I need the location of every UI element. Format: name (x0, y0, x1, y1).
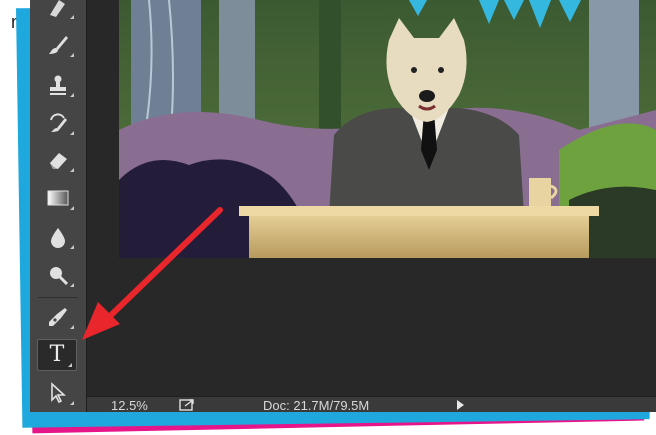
eraser-icon (50, 153, 67, 169)
zoom-level[interactable]: 12.5% (111, 398, 148, 412)
tool-separator (38, 297, 78, 298)
stamp-icon (50, 75, 66, 95)
blur-tool[interactable] (38, 222, 78, 252)
gradient-tool[interactable] (38, 183, 78, 213)
type-icon: T (49, 342, 65, 367)
history-brush-icon (50, 113, 67, 132)
droplet-icon (51, 228, 65, 248)
status-bar: 12.5% Doc: 21.7M/79.5M (87, 396, 656, 412)
canvas-area[interactable] (87, 0, 656, 396)
photoshop-window: T 12.5% Doc: 21.7M/79.5M (30, 0, 656, 412)
history-brush-tool-2[interactable] (38, 108, 78, 138)
paintbrush-icon (49, 36, 68, 54)
path-selection-tool[interactable] (38, 378, 78, 408)
document-artwork (119, 0, 656, 258)
document-size: Doc: 21.7M/79.5M (263, 398, 370, 412)
tools-panel: T (30, 0, 87, 412)
brush-icon (50, 0, 65, 17)
play-icon[interactable] (457, 400, 464, 410)
dodge-tool[interactable] (38, 260, 78, 290)
cursor-arrow-icon (51, 382, 67, 404)
eraser-tool[interactable] (38, 145, 78, 175)
pen-nib-icon (49, 308, 67, 326)
share-icon[interactable] (179, 398, 197, 412)
clone-stamp-tool[interactable] (38, 70, 78, 100)
pen-tool[interactable] (38, 302, 78, 332)
history-brush-tool[interactable] (38, 0, 78, 22)
brush-tool[interactable] (38, 30, 78, 60)
type-tool[interactable]: T (37, 339, 77, 371)
dodge-icon (50, 267, 69, 286)
gradient-icon (47, 190, 69, 206)
